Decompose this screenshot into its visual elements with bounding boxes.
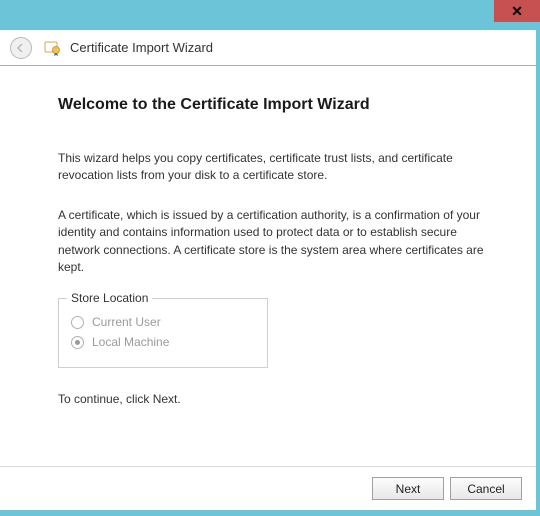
close-button[interactable]: ✕ <box>494 0 540 22</box>
header-title: Certificate Import Wizard <box>70 40 213 55</box>
radio-current-user: Current User <box>71 315 255 329</box>
radio-icon <box>71 316 84 329</box>
arrow-left-icon <box>15 42 27 54</box>
content-area: Welcome to the Certificate Import Wizard… <box>0 66 540 426</box>
window-border-bottom <box>0 510 540 516</box>
button-bar: Next Cancel <box>0 466 540 510</box>
close-icon: ✕ <box>511 4 523 18</box>
radio-icon <box>71 336 84 349</box>
back-button[interactable] <box>10 37 32 59</box>
cancel-button[interactable]: Cancel <box>450 477 522 500</box>
header-bar: Certificate Import Wizard <box>0 30 540 66</box>
store-location-group: Store Location Current User Local Machin… <box>58 298 268 368</box>
window-border-right <box>536 30 540 516</box>
radio-local-machine: Local Machine <box>71 335 255 349</box>
intro-paragraph-1: This wizard helps you copy certificates,… <box>58 150 492 185</box>
next-button[interactable]: Next <box>372 477 444 500</box>
continue-text: To continue, click Next. <box>58 392 492 406</box>
store-location-legend: Store Location <box>67 291 152 305</box>
page-heading: Welcome to the Certificate Import Wizard <box>58 96 492 114</box>
radio-selected-dot-icon <box>75 340 80 345</box>
radio-label-local-machine: Local Machine <box>92 335 169 349</box>
intro-paragraph-2: A certificate, which is issued by a cert… <box>58 207 492 277</box>
certificate-wizard-icon <box>42 38 62 58</box>
radio-label-current-user: Current User <box>92 315 161 329</box>
title-bar: ✕ <box>0 0 540 30</box>
